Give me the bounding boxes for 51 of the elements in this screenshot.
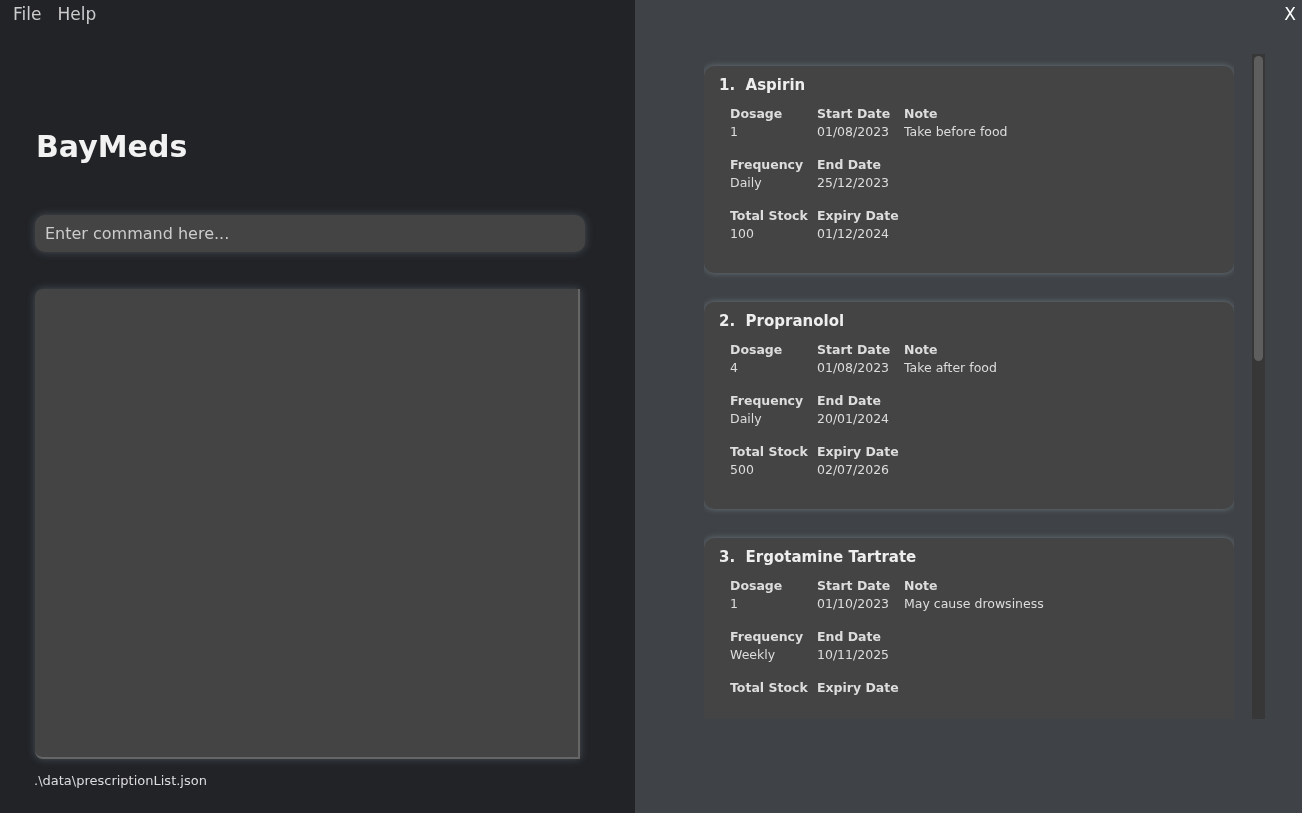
field-label: Frequency [730,628,805,646]
field-label: Note [904,341,939,359]
field-value: 01/12/2024 [817,225,891,243]
field-label: Total Stock [730,679,809,697]
menu-item[interactable]: Help [57,2,97,28]
field-value: 01/08/2023 [817,123,891,141]
field-value: 1 [730,123,739,141]
medication-name: 2. Propranolol [719,310,846,332]
field-label: Dosage [730,341,784,359]
field-label: Expiry Date [817,207,900,225]
field-label: Dosage [730,105,784,123]
field-value: May cause drowsiness [904,595,1044,613]
field-label: Start Date [817,105,892,123]
field-label: Note [904,105,939,123]
field-label: Expiry Date [817,679,900,697]
scrollbar[interactable] [1252,53,1265,719]
field-value: 02/07/2026 [817,461,891,479]
close-button[interactable]: X [1284,2,1296,28]
field-label: Total Stock [730,443,809,461]
field-label: End Date [817,392,882,410]
field-label: Expiry Date [817,443,900,461]
field-value: 20/01/2024 [817,410,891,428]
field-value: 4 [730,359,739,377]
menu-item[interactable]: File [13,2,42,28]
scrollbar-thumb[interactable] [1254,55,1263,361]
field-label: End Date [817,628,882,646]
field-label: End Date [817,156,882,174]
field-value: 100 [730,225,755,243]
field-value: Take after food [904,359,997,377]
field-label: Total Stock [730,207,809,225]
field-value: 25/12/2023 [817,174,891,192]
field-value: Take before food [904,123,1008,141]
field-label: Note [904,577,939,595]
field-value: 500 [730,461,755,479]
field-value: 01/08/2023 [817,359,891,377]
field-label: Dosage [730,577,784,595]
field-label: Frequency [730,392,805,410]
field-value: 10/11/2025 [817,646,891,664]
field-label: Start Date [817,341,892,359]
field-value: Daily [730,174,763,192]
command-field[interactable]: Enter command here... [35,214,585,252]
field-label: Frequency [730,156,805,174]
field-value: Weekly [730,646,777,664]
field-value: 1 [730,595,739,613]
medication-name: 3. Ergotamine Tartrate [719,546,918,568]
field-label: Start Date [817,577,892,595]
app-title: BayMeds [36,127,189,166]
field-value: 01/10/2023 [817,595,891,613]
storage-path: .\data\prescriptionList.json [34,771,208,790]
field-value: Daily [730,410,763,428]
medication-name: 1. Aspirin [719,74,807,96]
